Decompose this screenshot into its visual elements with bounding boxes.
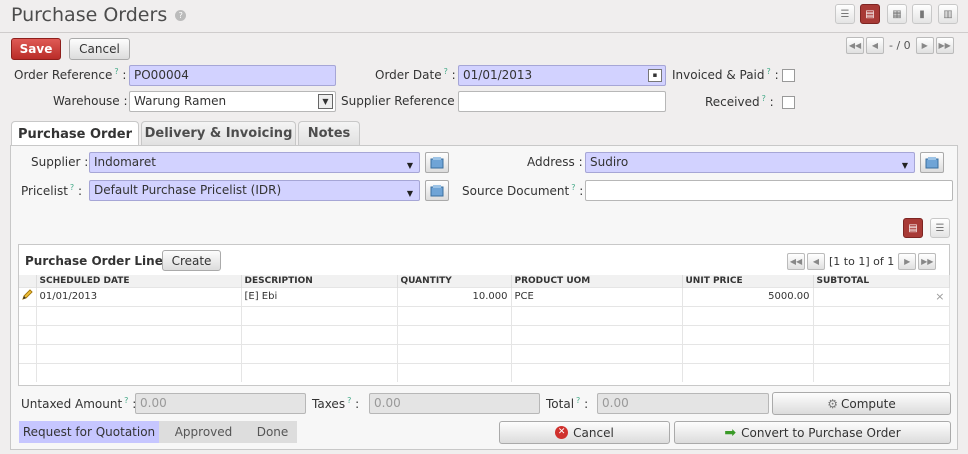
open-pricelist-icon[interactable] [425, 180, 449, 201]
column-header[interactable]: SCHEDULED DATE [36, 275, 242, 287]
first-record-icon[interactable]: ◀◀ [846, 37, 864, 54]
list-view-icon[interactable]: ☰ [835, 4, 855, 24]
table-row [19, 362, 950, 382]
order-date-label: Order Date? : [375, 67, 456, 82]
next-record-icon[interactable]: ▶ [915, 37, 934, 54]
supplier-reference-field[interactable] [458, 91, 666, 112]
pricelist-field[interactable]: Default Purchase Pricelist (IDR) ▼ [89, 180, 420, 201]
create-line-button[interactable]: Create [162, 250, 221, 271]
column-header[interactable]: QUANTITY [397, 275, 512, 287]
prev-page-icon[interactable]: ◀ [807, 253, 825, 270]
table-row[interactable]: 01/01/2013 [E] Ebi 10.000 PCE 5000.00 × [19, 286, 950, 306]
total-field: 0.00 [597, 393, 769, 414]
column-header[interactable]: PRODUCT UOM [511, 275, 683, 287]
order-lines-title: Purchase Order Lines [25, 254, 170, 268]
last-record-icon[interactable]: ▶▶ [935, 37, 954, 54]
untaxed-amount-label: Untaxed Amount? : [21, 396, 137, 411]
lines-pager-text: [1 to 1] of 1 [829, 255, 895, 268]
untaxed-amount-field: 0.00 [135, 393, 306, 414]
column-header[interactable]: SUBTOTAL [813, 275, 950, 287]
table-row [19, 343, 950, 363]
record-counter: - / 0 [889, 39, 911, 52]
first-page-icon[interactable]: ◀◀ [787, 253, 805, 270]
address-label: Address : [527, 155, 583, 169]
cancel-order-button[interactable]: ✕ Cancel [499, 421, 670, 444]
graph-view-icon[interactable]: ▮ [912, 4, 932, 24]
address-field[interactable]: Sudiro ▼ [585, 152, 915, 173]
lines-pager: ◀◀ ◀ [1 to 1] of 1 ▶ ▶▶ [787, 253, 937, 270]
pricelist-label: Pricelist? : [21, 183, 83, 198]
page-title: Purchase Orders ? [11, 4, 187, 26]
received-checkbox[interactable] [782, 96, 795, 109]
order-reference-label: Order Reference? : [14, 67, 127, 82]
cancel-edit-button[interactable]: Cancel [69, 38, 130, 60]
chevron-down-icon[interactable]: ▼ [902, 158, 908, 172]
help-icon[interactable]: ? [175, 10, 187, 21]
chevron-down-icon[interactable]: ▼ [407, 186, 413, 200]
supplier-reference-label: Supplier Reference : [341, 94, 463, 108]
warehouse-label: Warehouse : [53, 94, 128, 108]
tab-delivery-invoicing[interactable]: Delivery & Invoicing [141, 121, 296, 145]
warehouse-select[interactable]: Warung Ramen ▼ [129, 91, 336, 112]
total-label: Total? : [546, 396, 589, 411]
status-done: Done [239, 421, 297, 443]
calendar-view-icon[interactable]: ▦ [887, 4, 907, 24]
column-header[interactable]: UNIT PRICE [682, 275, 814, 287]
order-lines-table: Purchase Order Lines Create ◀◀ ◀ [1 to 1… [18, 244, 950, 386]
compute-button[interactable]: ⚙ Compute [772, 392, 951, 415]
gantt-view-icon[interactable]: ▥ [938, 4, 958, 24]
open-supplier-icon[interactable] [425, 152, 449, 173]
arrow-right-icon: ➡ [724, 424, 737, 441]
form-view-icon[interactable]: ▤ [860, 4, 880, 24]
lines-list-view-icon[interactable]: ▤ [903, 218, 923, 238]
record-pager: ◀◀ ◀ - / 0 ▶ ▶▶ [846, 37, 954, 54]
supplier-field[interactable]: Indomaret ▼ [89, 152, 420, 173]
open-address-icon[interactable] [920, 152, 944, 173]
last-page-icon[interactable]: ▶▶ [918, 253, 937, 270]
taxes-label: Taxes? : [312, 396, 360, 411]
supplier-label: Supplier : [31, 155, 89, 169]
chevron-down-icon[interactable]: ▼ [318, 94, 333, 109]
order-date-field[interactable]: 01/01/2013 ▪ [458, 65, 666, 86]
prev-record-icon[interactable]: ◀ [866, 37, 884, 54]
chevron-down-icon[interactable]: ▼ [407, 158, 413, 172]
workflow-statusbar: Request for Quotation Approved Done [19, 421, 297, 443]
taxes-field: 0.00 [369, 393, 540, 414]
status-request-quotation: Request for Quotation [19, 421, 159, 443]
cancel-icon: ✕ [555, 426, 569, 439]
source-document-label: Source Document? : [462, 183, 584, 198]
invoiced-paid-checkbox[interactable] [782, 69, 795, 82]
tab-notes[interactable]: Notes [298, 121, 360, 145]
delete-line-icon[interactable]: × [935, 290, 944, 303]
table-row [19, 305, 950, 325]
invoiced-paid-label: Invoiced & Paid? : [672, 67, 779, 82]
lines-form-view-icon[interactable]: ☰ [930, 218, 950, 238]
save-button[interactable]: Save [11, 38, 61, 60]
status-approved: Approved [159, 421, 239, 443]
gears-icon: ⚙ [827, 396, 839, 411]
calendar-icon[interactable]: ▪ [648, 69, 662, 82]
tab-purchase-order[interactable]: Purchase Order [11, 121, 139, 146]
convert-to-purchase-order-button[interactable]: ➡ Convert to Purchase Order [674, 421, 951, 444]
table-header: SCHEDULED DATE DESCRIPTION QUANTITY PROD… [19, 275, 950, 287]
received-label: Received? : [705, 94, 774, 109]
table-row [19, 324, 950, 344]
column-header[interactable]: DESCRIPTION [241, 275, 398, 287]
pencil-icon[interactable] [19, 286, 37, 306]
source-document-field[interactable] [585, 180, 953, 201]
order-reference-field[interactable]: PO00004 [129, 65, 336, 86]
next-page-icon[interactable]: ▶ [898, 253, 917, 270]
